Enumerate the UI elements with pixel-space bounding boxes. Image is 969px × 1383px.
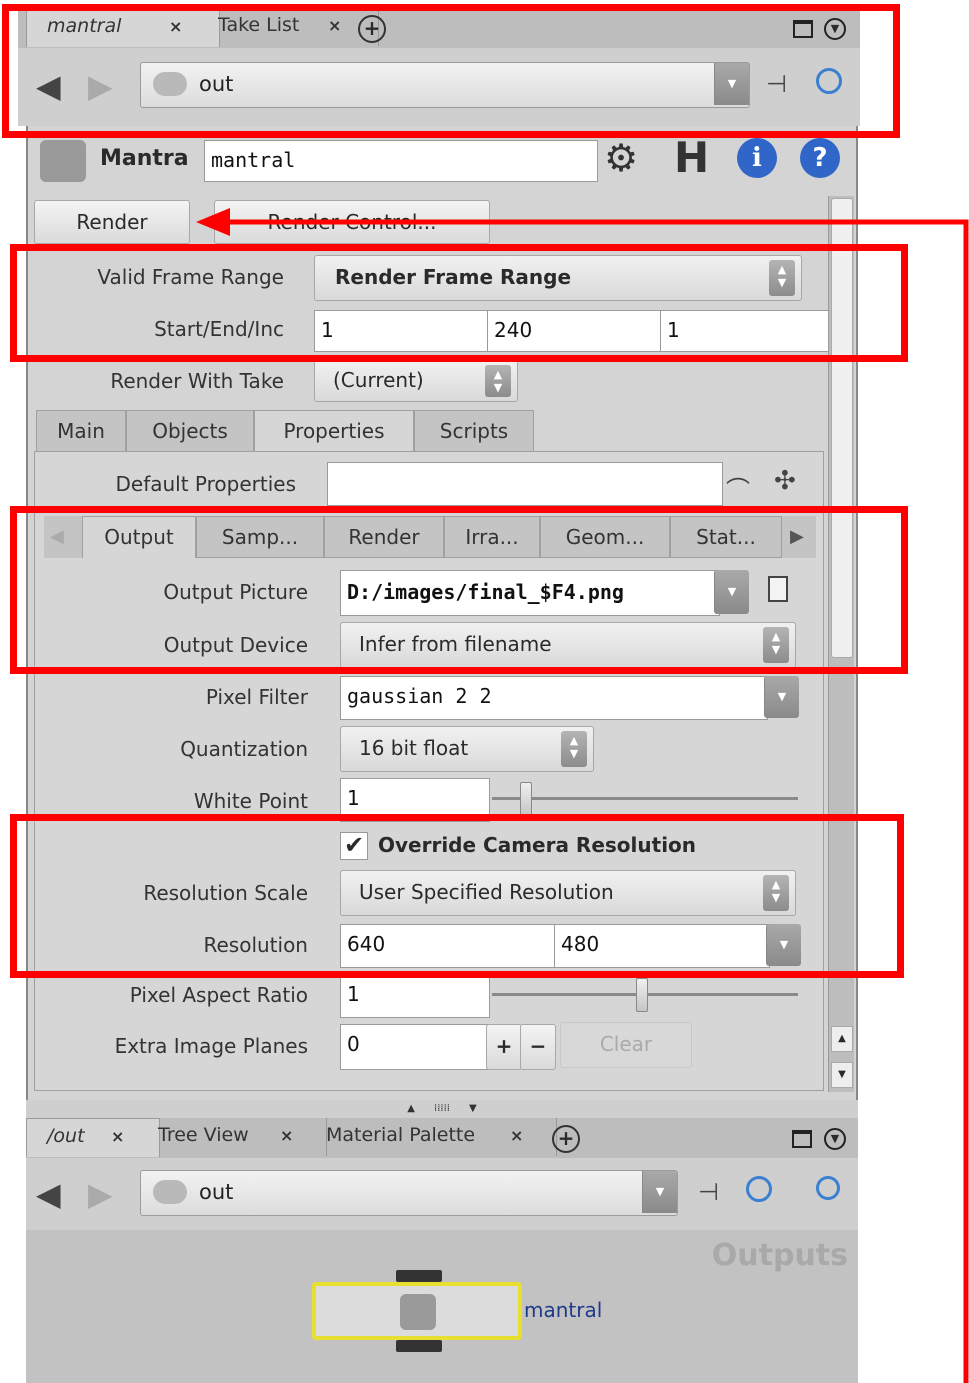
arrow-annotation: [196, 208, 969, 1383]
